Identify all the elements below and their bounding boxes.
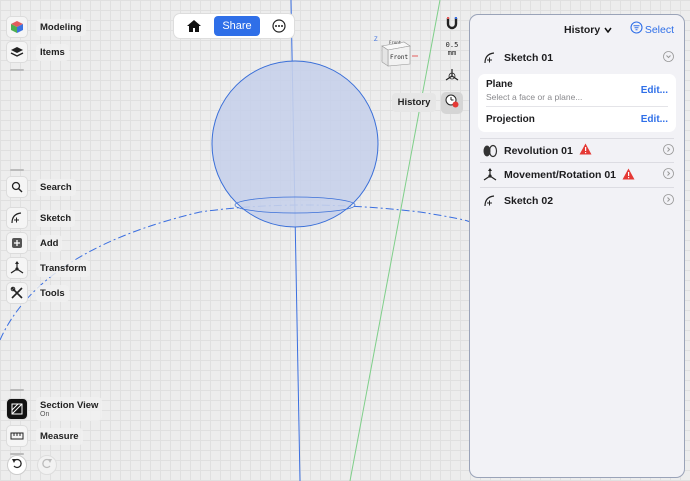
tool-sketch[interactable]: Sketch bbox=[6, 207, 90, 229]
tool-tools[interactable]: Tools bbox=[6, 282, 90, 304]
search-icon bbox=[6, 176, 28, 198]
history-item-sketch-02[interactable]: Sketch 02 bbox=[480, 188, 674, 213]
plane-placeholder: Select a face or a plane... bbox=[486, 91, 583, 102]
transform-icon bbox=[6, 257, 28, 279]
section-view-icon bbox=[6, 398, 28, 420]
cube-icon bbox=[6, 16, 28, 38]
tool-section-view[interactable]: Section View On bbox=[6, 396, 103, 422]
projection-row[interactable]: Projection Edit... bbox=[486, 106, 668, 132]
left-toolbar-top: Modeling Items bbox=[6, 16, 86, 74]
left-toolbar-bottom: Section View On Measure bbox=[6, 386, 103, 458]
history-item-sketch-01[interactable]: Sketch 01 bbox=[480, 45, 674, 70]
view-cube[interactable]: Z Front Front bbox=[374, 32, 420, 70]
axis-gizmo-icon[interactable] bbox=[442, 65, 462, 85]
share-button[interactable]: Share bbox=[214, 16, 260, 36]
filter-icon[interactable] bbox=[630, 21, 643, 39]
mini-toolbar: 0.5 mm bbox=[441, 13, 463, 85]
home-icon[interactable] bbox=[186, 19, 202, 33]
history-item-label: Sketch 02 bbox=[504, 194, 554, 207]
toolbar-divider bbox=[10, 69, 24, 71]
chevron-right-icon[interactable] bbox=[663, 168, 674, 182]
history-tooltip: History bbox=[392, 93, 436, 112]
panel-header: History Select bbox=[470, 15, 684, 45]
left-toolbar-middle: Search Sketch Add Transform Tools bbox=[6, 166, 91, 305]
tool-items[interactable]: Items bbox=[6, 41, 86, 63]
redo-button[interactable] bbox=[37, 455, 57, 475]
history-button[interactable] bbox=[441, 92, 463, 114]
chevron-down-icon bbox=[604, 24, 612, 36]
history-item-label: Movement/Rotation 01 bbox=[504, 169, 617, 181]
history-list-rest: Revolution 01 Movement/Rotation 01 Sketc… bbox=[470, 138, 684, 213]
sketch-details-card: Plane Select a face or a plane... Edit..… bbox=[478, 74, 676, 132]
section-view-label: Section View bbox=[40, 400, 99, 411]
more-icon[interactable] bbox=[272, 19, 286, 33]
tool-add[interactable]: Add bbox=[6, 232, 90, 254]
chevron-right-icon[interactable] bbox=[663, 193, 674, 208]
history-list: Sketch 01 bbox=[470, 45, 684, 70]
undo-icon bbox=[11, 456, 23, 474]
chevron-up-icon[interactable] bbox=[663, 50, 674, 65]
layers-icon bbox=[6, 41, 28, 63]
history-panel: History Select Sketch 01 Plane Select a … bbox=[469, 14, 685, 478]
history-icon bbox=[445, 94, 459, 113]
history-item-revolution-01[interactable]: Revolution 01 bbox=[480, 138, 674, 163]
tools-icon bbox=[6, 282, 28, 304]
history-item-label: Revolution 01 bbox=[504, 144, 573, 157]
select-button[interactable]: Select bbox=[645, 24, 674, 36]
panel-title: History bbox=[564, 24, 601, 36]
plane-label: Plane bbox=[486, 78, 513, 90]
sketch-icon bbox=[6, 207, 28, 229]
cube-axis-z: Z bbox=[374, 37, 378, 43]
section-view-status: On bbox=[40, 411, 50, 418]
transform-icon bbox=[480, 166, 500, 184]
grid-size-value: 0.5 bbox=[445, 41, 459, 49]
undo-button[interactable] bbox=[7, 455, 27, 475]
chevron-right-icon[interactable] bbox=[663, 143, 674, 158]
projection-label: Projection bbox=[486, 114, 535, 125]
redo-icon bbox=[41, 456, 53, 474]
magnet-icon[interactable] bbox=[442, 13, 462, 33]
warning-icon bbox=[579, 143, 592, 158]
plane-edit-button[interactable]: Edit... bbox=[641, 85, 668, 96]
warning-icon bbox=[622, 168, 635, 183]
toolbar-divider bbox=[10, 389, 24, 391]
y-axis-line bbox=[349, 0, 441, 481]
cube-front-label: Front bbox=[390, 54, 408, 61]
tool-measure[interactable]: Measure bbox=[6, 425, 102, 447]
toolbar-divider bbox=[10, 169, 24, 171]
grid-size-control[interactable]: 0.5 mm bbox=[442, 39, 462, 59]
top-bar: Share bbox=[173, 13, 295, 39]
tool-modeling[interactable]: Modeling bbox=[6, 16, 86, 38]
history-item-label: Sketch 01 bbox=[504, 51, 554, 64]
sketch-icon bbox=[480, 49, 500, 67]
cube-top-label: Front bbox=[389, 40, 402, 45]
projection-edit-button[interactable]: Edit... bbox=[641, 114, 668, 125]
ruler-icon bbox=[6, 425, 28, 447]
plus-icon bbox=[6, 232, 28, 254]
plane-row[interactable]: Plane Select a face or a plane... Edit..… bbox=[486, 74, 668, 106]
panel-title-dropdown[interactable]: History bbox=[564, 24, 612, 36]
history-item-movement-rotation-01[interactable]: Movement/Rotation 01 bbox=[480, 163, 674, 188]
revolution-icon bbox=[480, 142, 500, 160]
tool-search[interactable]: Search bbox=[6, 176, 90, 198]
sphere bbox=[211, 60, 379, 228]
tool-transform[interactable]: Transform bbox=[6, 257, 91, 279]
sketch-icon bbox=[480, 192, 500, 210]
grid-size-unit: mm bbox=[447, 49, 457, 57]
